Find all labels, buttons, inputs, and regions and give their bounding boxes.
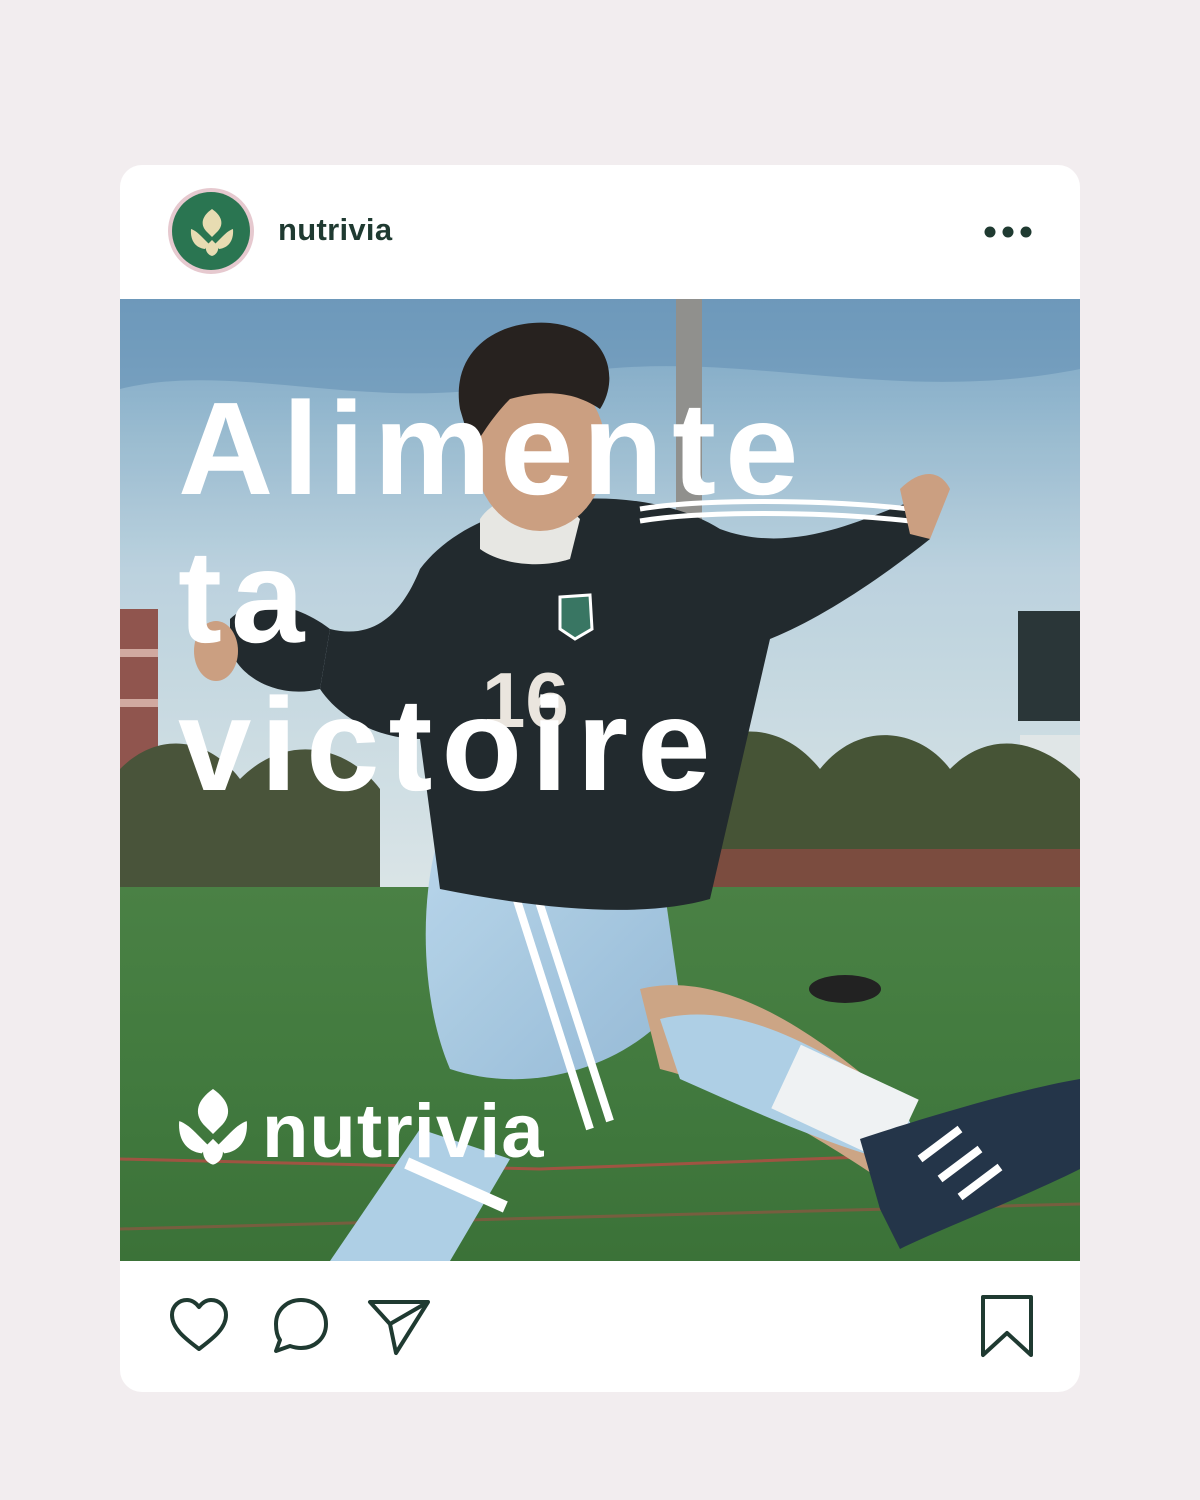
nutrivia-leaf-logo-icon [190, 209, 234, 256]
more-dots-icon[interactable] [978, 217, 1038, 247]
avatar-badge [172, 192, 250, 270]
post-actions [120, 1261, 1080, 1392]
post-image[interactable]: 16 Alimente ta victoire nutrivia [120, 299, 1080, 1261]
bookmark-icon[interactable] [974, 1293, 1040, 1359]
brand-watermark: nutrivia [176, 1084, 556, 1174]
headline: Alimente ta victoire [178, 375, 807, 819]
comment-bubble-icon[interactable] [268, 1293, 334, 1359]
nutrivia-leaf-logo-icon [179, 1089, 247, 1165]
instagram-post-card: nutrivia 16 Alimente ta victoire nutrivi… [120, 165, 1080, 1392]
avatar[interactable] [168, 188, 254, 274]
send-icon[interactable] [366, 1293, 432, 1359]
heart-icon[interactable] [166, 1293, 232, 1359]
brand-wordmark: nutrivia [262, 1089, 545, 1174]
headline-line-2: ta [178, 523, 314, 670]
account-username[interactable]: nutrivia [278, 212, 392, 248]
headline-line-3: victoire [178, 671, 720, 818]
headline-line-1: Alimente [178, 375, 808, 522]
post-header: nutrivia [120, 165, 1080, 299]
